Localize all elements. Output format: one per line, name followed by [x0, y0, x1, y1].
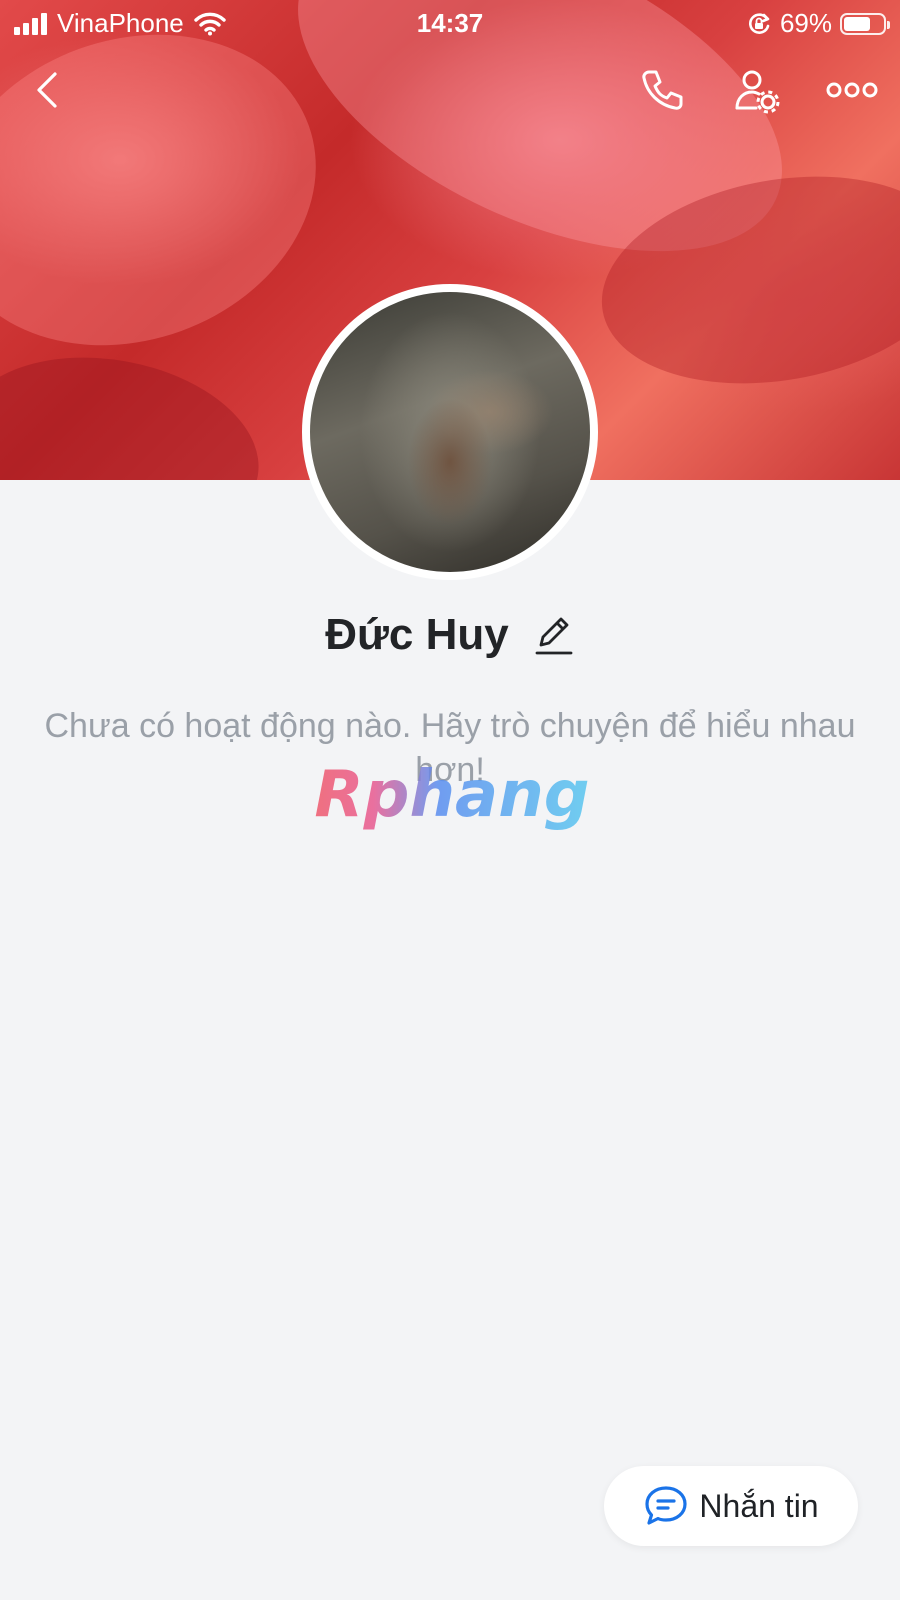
- battery-percent: 69%: [779, 8, 832, 38]
- cover-petal: [0, 0, 360, 396]
- user-settings-icon: [735, 70, 780, 114]
- call-button[interactable]: [634, 62, 690, 118]
- battery-icon: [840, 12, 890, 35]
- send-message-label: Nhắn tin: [699, 1487, 819, 1524]
- edit-name-button[interactable]: [531, 613, 575, 657]
- profile-avatar[interactable]: [302, 284, 598, 580]
- back-button[interactable]: [20, 62, 76, 118]
- battery-level: [844, 16, 870, 31]
- status-bar: VinaPhone 14:37 69%: [0, 0, 900, 44]
- pencil-icon: [535, 617, 573, 655]
- manage-contact-button[interactable]: [728, 62, 784, 118]
- chevron-left-icon: [37, 72, 57, 108]
- more-horizontal-icon: [826, 82, 878, 98]
- profile-name: Đức Huy: [325, 610, 509, 659]
- cover-petal: [0, 335, 274, 480]
- phone-icon: [642, 70, 683, 110]
- watermark-logo: Rphang: [312, 760, 592, 830]
- profile-name-row: Đức Huy: [0, 600, 900, 670]
- send-message-button[interactable]: Nhắn tin: [604, 1466, 858, 1546]
- rotation-lock-icon: [749, 12, 770, 34]
- chat-bubble-icon: [645, 1486, 688, 1525]
- status-right: 69%: [746, 8, 890, 39]
- more-options-button[interactable]: [824, 62, 880, 118]
